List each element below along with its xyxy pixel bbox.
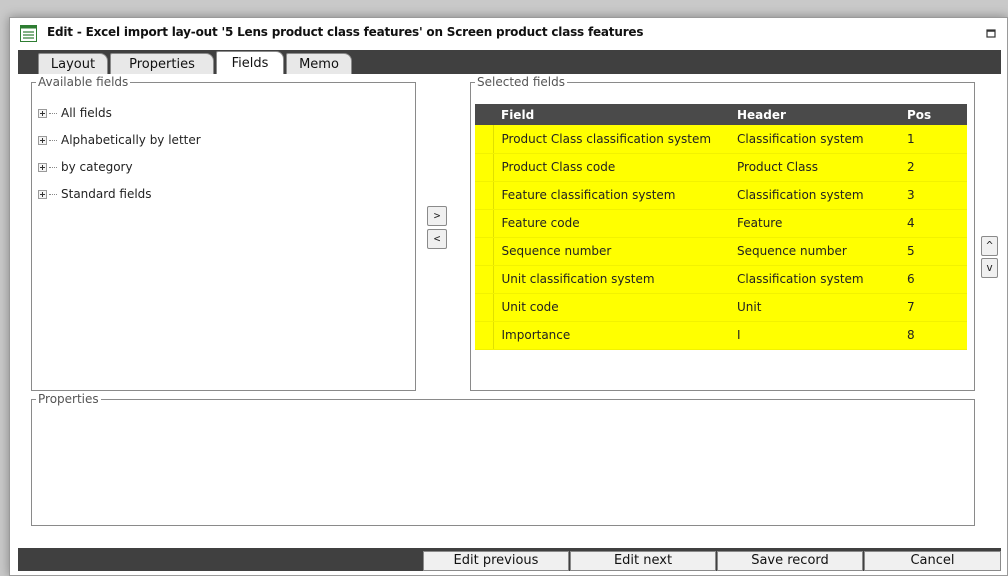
title-bar: Edit - Excel import lay-out '5 Lens prod… xyxy=(10,18,1007,50)
cell-header[interactable]: Classification system xyxy=(729,181,899,210)
cell-pos[interactable]: 1 xyxy=(899,125,967,154)
cell-field[interactable]: Product Class code xyxy=(493,153,729,182)
cell-field[interactable]: Feature code xyxy=(493,209,729,238)
cell-field[interactable]: Sequence number xyxy=(493,237,729,266)
cell-field[interactable]: Importance xyxy=(493,321,729,350)
edit-next-button[interactable]: Edit next xyxy=(570,551,716,571)
tree-connector xyxy=(49,193,57,195)
edit-previous-button[interactable]: Edit previous xyxy=(423,551,569,571)
row-selector[interactable] xyxy=(475,293,494,322)
table-row[interactable]: Product Class classification system Clas… xyxy=(475,125,967,154)
table-row[interactable]: Feature classification system Classifica… xyxy=(475,181,967,210)
cell-field[interactable]: Product Class classification system xyxy=(493,125,729,154)
window-content: Layout Properties Fields Memo Available … xyxy=(18,50,1001,571)
tab-strip: Layout Properties Fields Memo xyxy=(18,50,1001,75)
tree-item-by-category[interactable]: by category xyxy=(38,158,133,176)
row-selector[interactable] xyxy=(475,181,494,210)
add-field-button[interactable]: > xyxy=(427,206,447,226)
cell-header[interactable]: I xyxy=(729,321,899,350)
move-down-button[interactable]: v xyxy=(981,258,998,278)
row-selector[interactable] xyxy=(475,265,494,294)
cell-header[interactable]: Feature xyxy=(729,209,899,238)
column-header-pos[interactable]: Pos xyxy=(899,104,967,125)
expand-icon[interactable] xyxy=(38,108,47,118)
row-selector[interactable] xyxy=(475,321,494,350)
fields-panel: Available fields All fields Alphabetical… xyxy=(18,74,1001,548)
cell-pos[interactable]: 2 xyxy=(899,153,967,182)
tree-item-standard-fields[interactable]: Standard fields xyxy=(38,185,152,203)
window-title: Edit - Excel import lay-out '5 Lens prod… xyxy=(47,25,644,39)
cancel-button[interactable]: Cancel xyxy=(864,551,1001,571)
table-row[interactable]: Product Class code Product Class 2 xyxy=(475,153,967,182)
properties-legend: Properties xyxy=(36,392,101,406)
cell-pos[interactable]: 8 xyxy=(899,321,967,350)
expand-icon[interactable] xyxy=(38,135,47,145)
maximize-icon[interactable] xyxy=(985,27,997,39)
column-header-header[interactable]: Header xyxy=(729,104,899,125)
cell-pos[interactable]: 3 xyxy=(899,181,967,210)
cell-field[interactable]: Feature classification system xyxy=(493,181,729,210)
footer-bar: Edit previous Edit next Save record Canc… xyxy=(18,548,1001,571)
row-selector[interactable] xyxy=(475,237,494,266)
tab-memo[interactable]: Memo xyxy=(286,53,352,75)
selected-fields-legend: Selected fields xyxy=(475,75,567,89)
properties-group: Properties xyxy=(31,392,975,526)
tree-item-label: by category xyxy=(61,160,133,174)
selected-fields-table: Field Header Pos Product Class classific… xyxy=(475,104,967,350)
tab-properties[interactable]: Properties xyxy=(110,53,214,75)
tree-item-label: Alphabetically by letter xyxy=(61,133,201,147)
expand-icon[interactable] xyxy=(38,189,47,199)
table-row[interactable]: Feature code Feature 4 xyxy=(475,209,967,238)
cell-header[interactable]: Classification system xyxy=(729,265,899,294)
cell-field[interactable]: Unit code xyxy=(493,293,729,322)
table-row[interactable]: Sequence number Sequence number 5 xyxy=(475,237,967,266)
selected-fields-group: Selected fields Field Header Pos Product… xyxy=(470,75,975,391)
tree-item-alphabetically[interactable]: Alphabetically by letter xyxy=(38,131,201,149)
table-row[interactable]: Unit code Unit 7 xyxy=(475,293,967,322)
cell-pos[interactable]: 5 xyxy=(899,237,967,266)
cell-header[interactable]: Sequence number xyxy=(729,237,899,266)
remove-field-button[interactable]: < xyxy=(427,229,447,249)
tree-item-all-fields[interactable]: All fields xyxy=(38,104,112,122)
cell-pos[interactable]: 4 xyxy=(899,209,967,238)
row-selector-header xyxy=(475,104,493,125)
cell-pos[interactable]: 6 xyxy=(899,265,967,294)
tab-layout[interactable]: Layout xyxy=(38,53,108,75)
row-selector[interactable] xyxy=(475,209,494,238)
tree-connector xyxy=(49,139,57,141)
table-row[interactable]: Unit classification system Classificatio… xyxy=(475,265,967,294)
tree-item-label: Standard fields xyxy=(61,187,152,201)
table-header-row: Field Header Pos xyxy=(475,104,967,125)
edit-window: Edit - Excel import lay-out '5 Lens prod… xyxy=(9,17,1008,576)
cell-header[interactable]: Product Class xyxy=(729,153,899,182)
expand-icon[interactable] xyxy=(38,162,47,172)
tree-connector xyxy=(49,166,57,168)
form-icon xyxy=(20,25,37,42)
tab-fields[interactable]: Fields xyxy=(216,51,284,75)
row-selector[interactable] xyxy=(475,153,494,182)
row-selector[interactable] xyxy=(475,125,494,154)
cell-header[interactable]: Classification system xyxy=(729,125,899,154)
tree-item-label: All fields xyxy=(61,106,112,120)
table-row[interactable]: Importance I 8 xyxy=(475,321,967,350)
tree-connector xyxy=(49,112,57,114)
available-fields-group: Available fields All fields Alphabetical… xyxy=(31,75,416,391)
save-record-button[interactable]: Save record xyxy=(717,551,863,571)
cell-header[interactable]: Unit xyxy=(729,293,899,322)
cell-pos[interactable]: 7 xyxy=(899,293,967,322)
move-up-button[interactable]: ^ xyxy=(981,236,998,256)
available-fields-legend: Available fields xyxy=(36,75,131,89)
column-header-field[interactable]: Field xyxy=(493,104,729,125)
cell-field[interactable]: Unit classification system xyxy=(493,265,729,294)
